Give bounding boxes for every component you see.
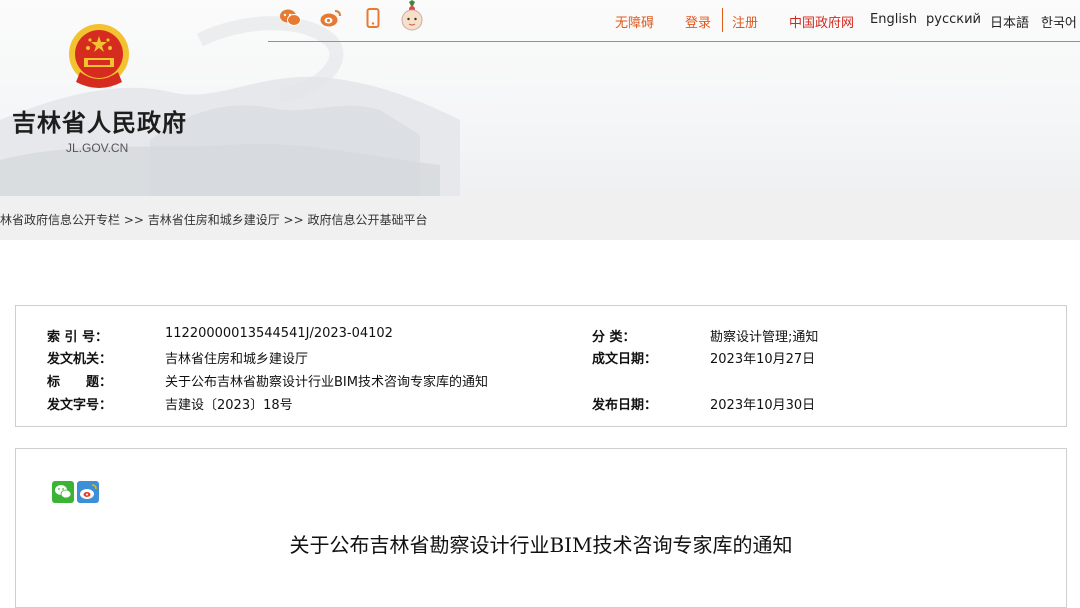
korean-link[interactable]: 한국어 [1041, 12, 1077, 31]
index-label: 索 引 号： [47, 330, 109, 345]
article-content: 关于公布吉林省勘察设计行业BIM技术咨询专家库的通知 [15, 448, 1067, 608]
china-gov-link[interactable]: 中国政府网 [789, 12, 854, 31]
issuer-value: 吉林省住房和城乡建设厅 [165, 352, 309, 367]
title-label: 标 题： [47, 375, 113, 390]
breadcrumb-text[interactable]: 林省政府信息公开专栏 >> 吉林省住房和城乡建设厅 >> 政府信息公开基础平台 [0, 211, 427, 228]
title-value: 关于公布吉林省勘察设计行业BIM技术咨询专家库的通知 [165, 375, 488, 390]
wechat-share-icon[interactable] [52, 481, 74, 503]
mountain-background [0, 16, 460, 196]
login-link[interactable]: 登录 [685, 12, 711, 31]
published-date-value: 2023年10月30日 [710, 398, 816, 413]
weibo-share-icon[interactable] [77, 481, 99, 503]
english-link[interactable]: English [870, 12, 917, 27]
document-info-panel: 索 引 号： 11220000013544541J/2023-04102 分 类… [15, 305, 1067, 427]
category-label: 分 类： [592, 330, 636, 345]
weibo-icon[interactable] [320, 8, 342, 28]
topbar-divider [268, 41, 1080, 42]
published-date-label: 发布日期： [592, 398, 658, 413]
wechat-icon[interactable] [279, 8, 301, 28]
category-value: 勘察设计管理;通知 [710, 330, 819, 345]
register-link[interactable]: 注册 [732, 12, 758, 31]
mobile-icon[interactable] [366, 8, 380, 28]
site-title: 吉林省人民政府 [12, 109, 187, 137]
mascot-icon[interactable] [399, 0, 425, 32]
document-title: 关于公布吉林省勘察设计行业BIM技术咨询专家库的通知 [289, 533, 793, 557]
index-value: 11220000013544541J/2023-04102 [165, 326, 393, 341]
doc-number-label: 发文字号： [47, 398, 113, 413]
issuer-label: 发文机关： [47, 352, 113, 367]
created-date-label: 成文日期： [592, 352, 658, 367]
created-date-value: 2023年10月27日 [710, 352, 816, 367]
russian-link[interactable]: русский [926, 12, 981, 27]
japanese-link[interactable]: 日本語 [990, 12, 1029, 31]
accessibility-link[interactable]: 无障碍 [615, 12, 654, 31]
nav-separator [722, 8, 723, 32]
site-header: 吉林省人民政府 JL.GOV.CN 无障碍 登录 注册 中国政府网 Englis… [0, 0, 1080, 196]
doc-number-value: 吉建设〔2023〕18号 [165, 398, 293, 413]
national-emblem-icon [69, 24, 129, 88]
site-domain: JL.GOV.CN [66, 141, 129, 155]
breadcrumb: 林省政府信息公开专栏 >> 吉林省住房和城乡建设厅 >> 政府信息公开基础平台 [0, 196, 1080, 240]
